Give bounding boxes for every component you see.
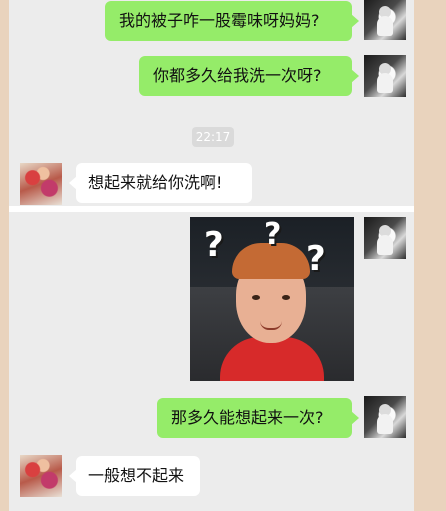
timestamp-badge: 22:17 [192,127,234,147]
avatar-contact[interactable] [20,163,62,205]
message-bubble-outgoing[interactable]: 你都多久给我洗一次呀? [139,56,359,96]
avatar-figure [377,16,393,36]
question-mark-overlay: ? [264,217,282,252]
avatar-self[interactable] [364,0,406,40]
message-bubble-outgoing[interactable]: 那多久能想起来一次? [157,398,359,438]
image-message[interactable]: ? ? ? [190,217,354,381]
photo-child-eye [282,295,290,300]
frame-right [414,0,446,511]
chat-area[interactable]: 我的被子咋一股霉味呀妈妈? 你都多久给我洗一次呀? 22:17 想起来就给你洗啊… [9,0,414,511]
message-bubble-outgoing[interactable]: 我的被子咋一股霉味呀妈妈? [105,1,359,41]
question-mark-overlay: ? [204,225,224,265]
avatar-self[interactable] [364,396,406,438]
avatar-figure [377,73,393,93]
avatar-self[interactable] [364,217,406,259]
message-bubble-incoming[interactable]: 想起来就给你洗啊! [69,163,252,203]
message-bubble-incoming[interactable]: 一般想不起来 [69,456,200,496]
screenshot-seam [9,206,414,212]
avatar-contact[interactable] [20,455,62,497]
avatar-figure [377,235,393,255]
avatar-figure [377,414,393,434]
question-mark-overlay: ? [306,239,326,279]
avatar-self[interactable] [364,55,406,97]
photo-child-eye [252,295,260,300]
frame-left [0,0,9,511]
